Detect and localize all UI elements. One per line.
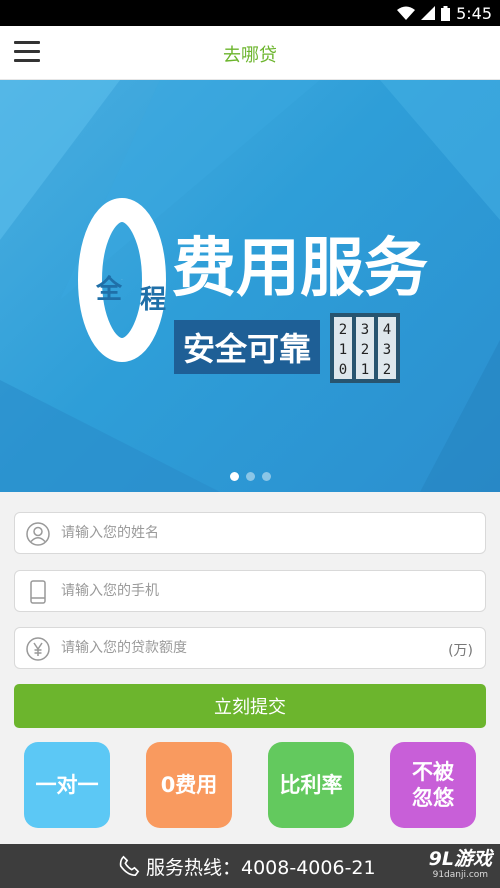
promo-banner[interactable]: 0 全 程 费用服务 安全可靠 2 1 0 3 2 1 4 3 2: [0, 80, 500, 492]
loan-amount-field[interactable]: (万): [14, 627, 486, 669]
feature-tile-compare-rates[interactable]: 比利率: [268, 742, 354, 828]
feature-tile-no-scam[interactable]: 不被 忽悠: [390, 742, 476, 828]
watermark-logo: 9L游戏 91danji.com: [429, 848, 492, 880]
status-bar: 5:45: [0, 0, 500, 26]
hotline-text: 服务热线：4008-4006-21: [146, 856, 376, 879]
banner-subline: 安全可靠: [183, 330, 311, 368]
submit-button[interactable]: 立刻提交: [14, 684, 486, 728]
app-title: 去哪贷: [223, 45, 277, 66]
lock-digit: 3: [361, 322, 369, 338]
battery-icon: [441, 5, 451, 21]
carousel-dot[interactable]: [229, 472, 239, 481]
lock-digit: 0: [339, 362, 347, 378]
phone-input[interactable]: [61, 571, 441, 611]
hotline-bar[interactable]: 服务热线：4008-4006-21: [0, 844, 500, 888]
lock-digit: 1: [339, 342, 347, 358]
feature-tile-one-on-one[interactable]: 一对一: [24, 742, 110, 828]
lock-digit: 3: [383, 342, 391, 358]
carousel-dot[interactable]: [245, 472, 255, 481]
watermark-url: 91danji.com: [432, 870, 489, 880]
lock-digit: 4: [383, 322, 391, 338]
carousel-dot[interactable]: [261, 472, 271, 481]
app-bar: 去哪贷: [0, 26, 500, 80]
watermark-text: 9L游戏: [428, 848, 492, 870]
amount-unit-label: (万): [448, 643, 473, 659]
phone-icon: [118, 855, 140, 877]
banner-headline: 费用服务: [172, 232, 428, 306]
mobile-phone-icon: [26, 580, 50, 604]
user-icon: [26, 522, 50, 546]
lock-digit: 1: [361, 362, 369, 378]
loan-amount-input[interactable]: [61, 628, 441, 668]
lock-digit: 2: [361, 342, 369, 358]
lock-digit: 2: [383, 362, 391, 378]
feature-tile-zero-fee[interactable]: 0费用: [146, 742, 232, 828]
signal-icon: [421, 6, 436, 20]
badge-top-text: 全: [95, 274, 123, 305]
phone-field[interactable]: [14, 570, 486, 612]
carousel-indicator: [0, 472, 500, 481]
name-input[interactable]: [61, 513, 441, 553]
combination-lock-icon: 2 1 0 3 2 1 4 3 2: [330, 313, 400, 383]
lock-digit: 2: [339, 322, 347, 338]
name-field[interactable]: [14, 512, 486, 554]
banner-graphic: 0 全 程 费用服务 安全可靠 2 1 0 3 2 1 4 3 2: [0, 80, 500, 492]
wifi-icon: [397, 6, 416, 20]
badge-side-text: 程: [140, 285, 166, 315]
clock-time: 5:45: [456, 3, 492, 23]
yen-icon: [26, 637, 50, 661]
